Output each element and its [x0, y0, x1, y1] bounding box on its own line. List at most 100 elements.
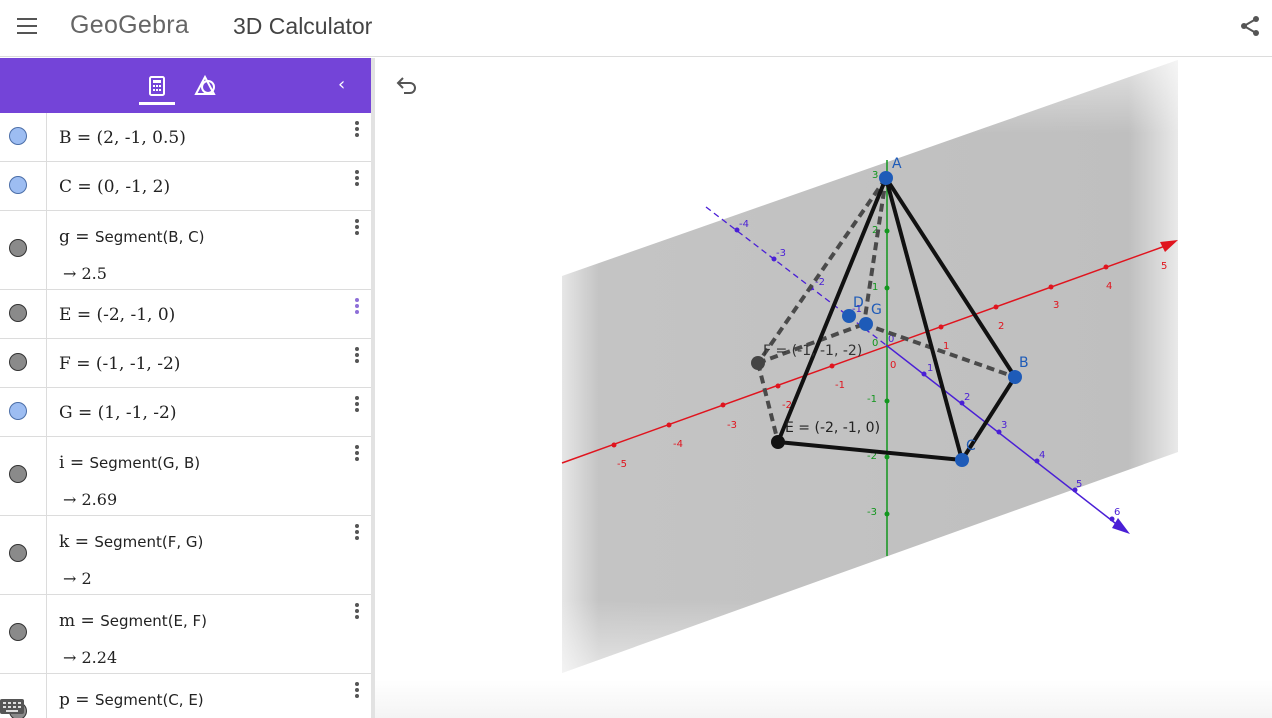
algebra-row[interactable]: m = Segment(E, F) → 2.24 [0, 595, 371, 674]
y-tick-label: -3 [776, 248, 786, 259]
algebra-expression[interactable]: F = (-1, -1, -2) [59, 354, 180, 374]
visibility-marble[interactable] [9, 465, 27, 483]
more-options-icon[interactable] [351, 682, 363, 702]
more-options-icon[interactable] [351, 347, 363, 367]
segment-length: 2.69 [81, 490, 118, 509]
object-name: m [59, 611, 76, 631]
more-options-icon[interactable] [351, 445, 363, 465]
label-E: E = (-2, -1, 0) [785, 420, 880, 436]
object-name: p [59, 690, 70, 710]
share-icon[interactable] [1238, 14, 1262, 38]
algebra-row[interactable]: C = (0, -1, 2) [0, 162, 371, 211]
y-tick-label: 2 [964, 392, 970, 403]
graphics-3d-view[interactable]: -5 -4 -3 -2 -1 0 1 2 3 4 5 -4 -3 -2 -1 0… [375, 58, 1272, 718]
point-C[interactable] [955, 453, 969, 467]
more-options-icon[interactable] [351, 603, 363, 623]
x-tick-label: 3 [1053, 300, 1059, 311]
algebra-expression[interactable]: C = (0, -1, 2) [59, 177, 170, 197]
y-tick-label: 6 [1114, 507, 1120, 518]
visibility-marble[interactable] [9, 304, 27, 322]
calculator-icon [149, 76, 165, 96]
y-axis-arrow [1112, 518, 1130, 534]
x-tick-label: 0 [890, 360, 896, 371]
z-tick-label: 0 [872, 338, 878, 349]
algebra-list: B = (2, -1, 0.5) C = (0, -1, 2) g = Segm… [0, 113, 371, 718]
label-B: B [1019, 355, 1029, 371]
x-tick-label: 2 [998, 321, 1004, 332]
algebra-expression[interactable]: k = Segment(F, G) [59, 532, 203, 552]
more-options-icon[interactable] [351, 121, 363, 141]
label-G: G [871, 302, 882, 318]
visibility-marble[interactable] [9, 127, 27, 145]
algebra-row[interactable]: p = Segment(C, E) [0, 674, 371, 718]
label-C: C [966, 438, 976, 454]
visibility-marble[interactable] [9, 176, 27, 194]
algebra-expression[interactable]: m = Segment(E, F) [59, 611, 207, 631]
segment-definition: Segment(G, B) [89, 454, 201, 472]
algebra-expression[interactable]: g = Segment(B, C) [59, 227, 204, 247]
algebra-value: → 2 [63, 569, 92, 588]
y-tick-label: 4 [1039, 450, 1045, 461]
geogebra-logo: GeoGebra [70, 11, 190, 39]
segment-definition: Segment(B, C) [94, 228, 205, 246]
y-tick-label: 3 [1001, 420, 1007, 431]
more-options-icon[interactable] [351, 219, 363, 239]
more-options-icon[interactable] [351, 524, 363, 544]
menu-icon[interactable] [17, 18, 37, 34]
segment-length: 2 [81, 569, 92, 588]
tab-algebra[interactable] [139, 58, 175, 113]
object-name: i [59, 453, 65, 473]
keyboard-icon[interactable] [0, 697, 26, 715]
point-A[interactable] [879, 171, 893, 185]
x-tick-label: -3 [727, 420, 737, 431]
more-options-icon[interactable] [351, 170, 363, 190]
algebra-row[interactable]: G = (1, -1, -2) [0, 388, 371, 437]
label-A: A [892, 156, 902, 172]
more-options-icon[interactable] [351, 298, 363, 318]
visibility-marble[interactable] [9, 402, 27, 420]
active-tab-indicator [139, 102, 175, 105]
z-tick-label: -1 [867, 394, 877, 405]
point-E[interactable] [771, 435, 785, 449]
algebra-expression[interactable]: G = (1, -1, -2) [59, 403, 176, 423]
label-D: D [853, 295, 864, 311]
algebra-expression[interactable]: i = Segment(G, B) [59, 453, 200, 473]
z-tick-label: 3 [872, 170, 878, 181]
algebra-row[interactable]: g = Segment(B, C) → 2.5 [0, 211, 371, 290]
point-B[interactable] [1008, 370, 1022, 384]
x-tick-label: 5 [1161, 261, 1167, 272]
x-tick-label: -5 [617, 459, 627, 470]
z-tick-label: -3 [867, 507, 877, 518]
app-title: 3D Calculator [233, 13, 373, 39]
segment-definition: Segment(F, G) [94, 533, 204, 551]
segment-definition: Segment(E, F) [100, 612, 208, 630]
algebra-row[interactable]: B = (2, -1, 0.5) [0, 113, 371, 162]
visibility-marble[interactable] [9, 623, 27, 641]
algebra-row[interactable]: k = Segment(F, G) → 2 [0, 516, 371, 595]
segment-length: 2.24 [81, 648, 118, 667]
panel-header: ‹ [0, 58, 371, 113]
algebra-expression[interactable]: B = (2, -1, 0.5) [59, 128, 186, 148]
algebra-panel: ‹ B = (2, -1, 0.5) C = (0, -1, 2) g = Se… [0, 58, 371, 718]
visibility-marble[interactable] [9, 353, 27, 371]
algebra-row[interactable]: i = Segment(G, B) → 2.69 [0, 437, 371, 516]
x-tick-label: -1 [835, 380, 845, 391]
z-tick-label: 1 [872, 282, 878, 293]
point-G[interactable] [859, 317, 873, 331]
algebra-expression[interactable]: E = (-2, -1, 0) [59, 305, 175, 325]
algebra-row[interactable]: E = (-2, -1, 0) [0, 290, 371, 339]
visibility-marble[interactable] [9, 544, 27, 562]
algebra-value: → 2.69 [63, 490, 118, 509]
visibility-marble[interactable] [9, 239, 27, 257]
segment-length: 2.5 [81, 264, 107, 283]
algebra-row[interactable]: F = (-1, -1, -2) [0, 339, 371, 388]
algebra-value: → 2.5 [63, 264, 107, 283]
undo-icon[interactable] [395, 75, 419, 97]
label-F: F = (-1, -1, -2) [763, 343, 862, 359]
more-options-icon[interactable] [351, 396, 363, 416]
algebra-expression[interactable]: p = Segment(C, E) [59, 690, 204, 710]
tools-icon[interactable] [190, 70, 220, 100]
point-D[interactable] [842, 309, 856, 323]
object-name: k [59, 532, 70, 552]
collapse-panel-button[interactable]: ‹ [338, 74, 356, 96]
